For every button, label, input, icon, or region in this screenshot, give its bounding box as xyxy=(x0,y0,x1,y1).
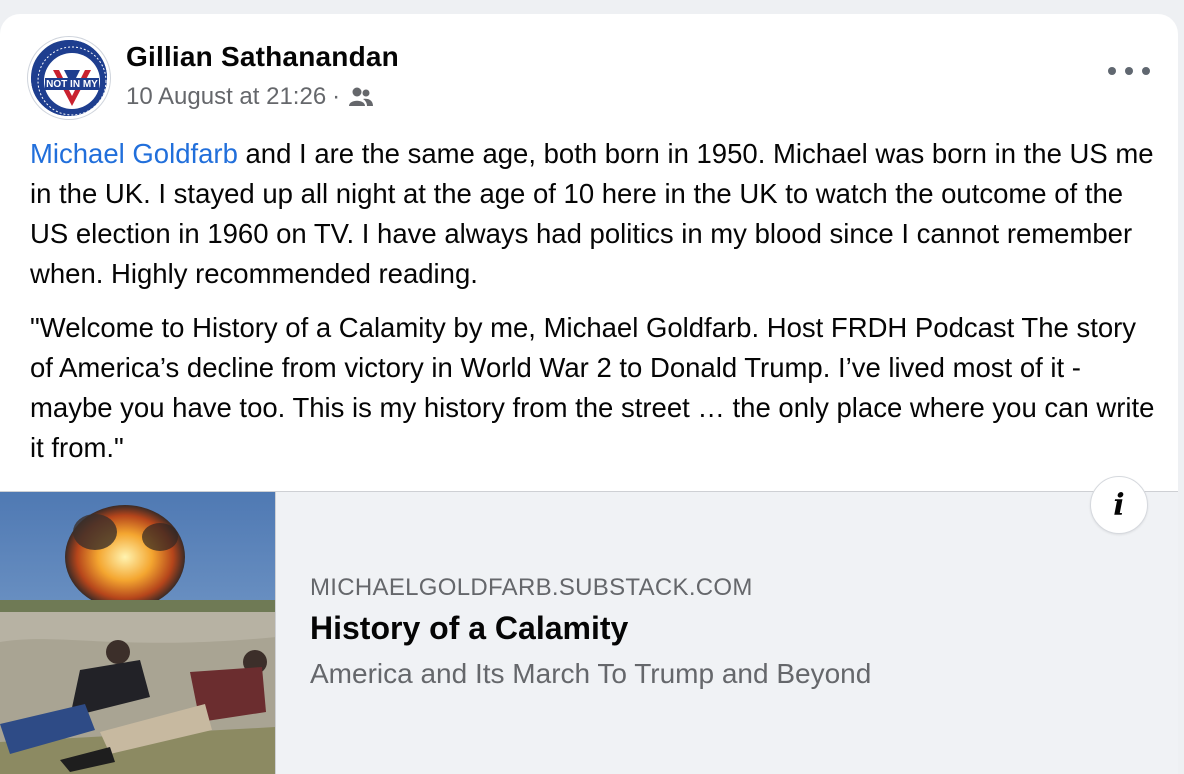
link-preview-subtitle: America and Its March To Trump and Beyon… xyxy=(310,658,872,689)
friends-icon[interactable] xyxy=(348,86,374,108)
info-button[interactable]: i xyxy=(1090,476,1148,534)
more-dot-icon xyxy=(1108,67,1116,75)
post-paragraph-1: Michael Goldfarb and I are the same age,… xyxy=(30,134,1160,294)
post-header: NOT IN MY Gillian Sathanandan 10 August … xyxy=(28,37,1158,119)
mention-link[interactable]: Michael Goldfarb xyxy=(30,138,238,169)
post-paragraph-2: "Welcome to History of a Calamity by me,… xyxy=(30,312,1155,463)
avatar[interactable]: NOT IN MY xyxy=(28,37,110,119)
post-meta: 10 August at 21:26 · xyxy=(126,83,374,111)
post-timestamp[interactable]: 10 August at 21:26 xyxy=(126,83,326,111)
more-dot-icon xyxy=(1142,67,1150,75)
link-preview-image[interactable] xyxy=(0,492,276,774)
more-options-button[interactable] xyxy=(1108,59,1150,83)
info-icon: i xyxy=(1113,487,1125,523)
meta-separator: · xyxy=(332,83,341,110)
avatar-center-text: NOT IN MY xyxy=(46,79,98,90)
link-preview-domain: MICHAELGOLDFARB.SUBSTACK.COM xyxy=(310,574,753,601)
link-preview[interactable]: MICHAELGOLDFARB.SUBSTACK.COM History of … xyxy=(0,491,1178,774)
link-preview-title[interactable]: History of a Calamity xyxy=(310,610,628,647)
author-name[interactable]: Gillian Sathanandan xyxy=(126,41,399,73)
more-dot-icon xyxy=(1125,67,1133,75)
post-card: NOT IN MY Gillian Sathanandan 10 August … xyxy=(0,14,1178,774)
post-body: Michael Goldfarb and I are the same age,… xyxy=(30,134,1160,482)
avatar-badge-image: NOT IN MY xyxy=(31,40,107,116)
